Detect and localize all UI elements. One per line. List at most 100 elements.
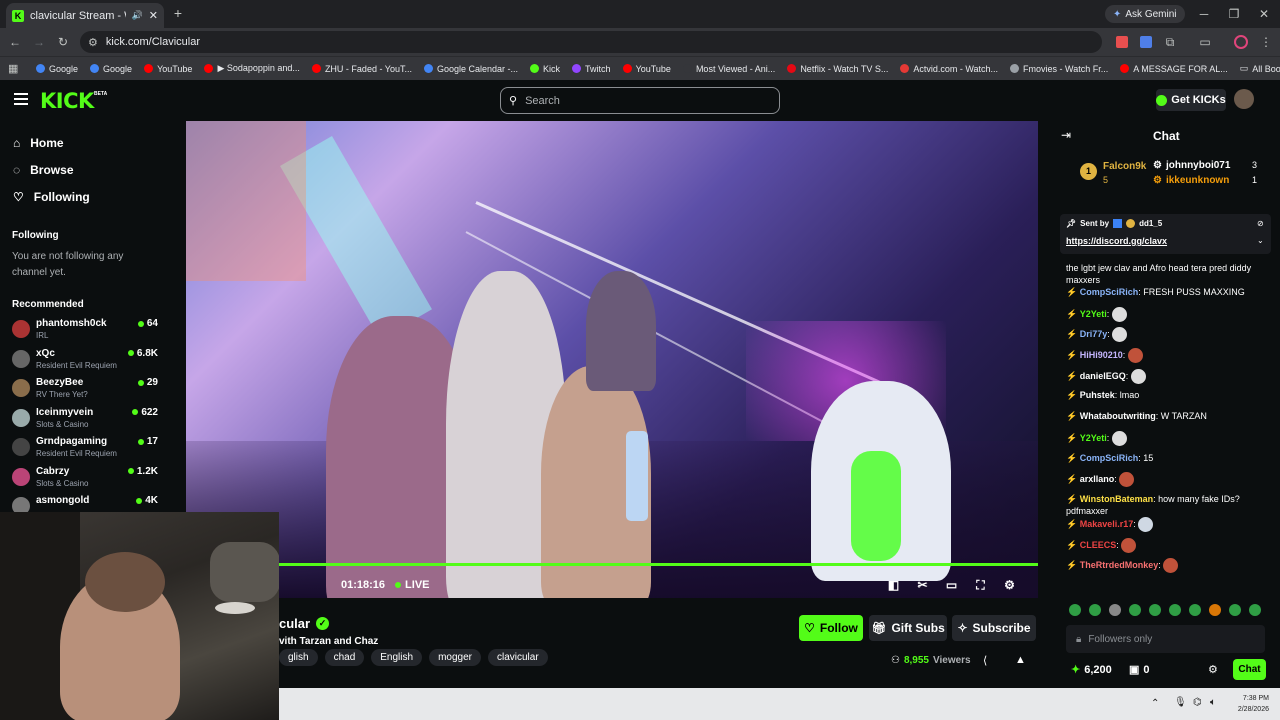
chat-emote-icon[interactable]: [1127, 348, 1143, 364]
bookmark-item[interactable]: Google Calendar -...: [423, 64, 518, 74]
chat-username[interactable]: TheRtrdedMonkey: [1080, 560, 1159, 570]
chevron-down-icon[interactable]: ⌄: [1257, 236, 1264, 245]
bookmark-item[interactable]: Twitch: [572, 64, 611, 74]
leaderboard-user[interactable]: ikkeunknown: [1166, 175, 1229, 186]
chat-emote-icon[interactable]: [1111, 430, 1127, 446]
quick-emote-icon[interactable]: [1229, 604, 1241, 616]
quick-emote-icon[interactable]: [1129, 604, 1141, 616]
recommended-channel[interactable]: xQc Resident Evil Requiem 6.8K: [0, 348, 170, 378]
pinned-link[interactable]: https://discord.gg/clavx: [1066, 236, 1167, 246]
subscribe-button[interactable]: ✧ Subscribe: [952, 615, 1036, 641]
chat-emote-icon[interactable]: [1163, 558, 1179, 574]
mic-icon[interactable]: 🎙︎: [1174, 697, 1187, 708]
quick-emote-icon[interactable]: [1069, 604, 1081, 616]
side-panel-icon[interactable]: ▭: [1197, 34, 1213, 50]
bookmark-item[interactable]: YouTube: [622, 64, 671, 74]
back-icon[interactable]: ←: [7, 34, 23, 50]
bookmark-item[interactable]: A MESSAGE FOR AL...: [1120, 64, 1228, 74]
bookmark-item[interactable]: Actvid.com - Watch...: [900, 64, 998, 74]
chat-username[interactable]: Dri77y: [1080, 329, 1108, 339]
quick-emote-icon[interactable]: [1249, 604, 1261, 616]
chat-username[interactable]: HiHi90210: [1080, 350, 1123, 360]
chat-username[interactable]: Y2Yeti: [1080, 433, 1107, 443]
site-info-icon[interactable]: ⚙: [88, 36, 98, 49]
clip-icon[interactable]: ✂: [908, 578, 937, 592]
chat-input[interactable]: 🔒︎ Followers only: [1066, 625, 1265, 653]
chat-username[interactable]: danielEGQ: [1080, 371, 1126, 381]
maximize-icon[interactable]: ❐: [1226, 6, 1242, 22]
chat-username[interactable]: Whataboutwriting: [1080, 411, 1156, 421]
bookmark-item[interactable]: Google: [36, 64, 78, 74]
recommended-channel[interactable]: Iceinmyvein Slots & Casino 622: [0, 407, 170, 437]
leaderboard-user[interactable]: johnnyboi071: [1166, 160, 1230, 171]
settings-gear-icon[interactable]: ⚙: [995, 578, 1024, 592]
bookmark-item[interactable]: Netflix - Watch TV S...: [787, 64, 888, 74]
kick-logo[interactable]: KICK: [40, 89, 94, 113]
quick-emote-icon[interactable]: [1169, 604, 1181, 616]
video-progress-bar[interactable]: [279, 563, 1038, 566]
extensions-puzzle-icon[interactable]: ⧉: [1162, 34, 1178, 50]
bookmark-item[interactable]: Google: [90, 64, 132, 74]
apps-grid-icon[interactable]: ▦: [8, 62, 18, 75]
bookmark-item[interactable]: ▶ Sodapoppin and...: [204, 63, 300, 74]
volume-icon[interactable]: 🔈︎: [1210, 697, 1216, 708]
quick-emote-icon[interactable]: [1189, 604, 1201, 616]
follow-button[interactable]: ♡ Follow: [799, 615, 863, 641]
reload-icon[interactable]: ↻: [55, 34, 71, 50]
hide-pin-icon[interactable]: ⊘: [1257, 219, 1264, 228]
get-kicks-button[interactable]: Get KICKs: [1156, 89, 1226, 111]
forward-icon[interactable]: →: [31, 34, 47, 50]
tab-audio-icon[interactable]: 🔊: [132, 10, 143, 21]
chat-username[interactable]: Puhstek: [1080, 390, 1115, 400]
chat-emote-icon[interactable]: [1121, 537, 1137, 553]
tab-close-icon[interactable]: ✕: [149, 9, 158, 22]
recommended-channel[interactable]: Cabrzy Slots & Casino 1.2K: [0, 466, 170, 496]
channel-name[interactable]: cular: [279, 616, 310, 631]
extension-icon[interactable]: [1140, 36, 1152, 48]
new-tab-button[interactable]: +: [170, 5, 186, 21]
stream-tag[interactable]: clavicular: [487, 649, 548, 666]
recommended-channel[interactable]: Grndpagaming Resident Evil Requiem 17: [0, 436, 170, 466]
extension-icon[interactable]: [1116, 36, 1128, 48]
bookmark-item[interactable]: Most Viewed - Ani...: [682, 64, 775, 74]
menu-dots-icon[interactable]: ⋮: [1258, 34, 1274, 50]
gift-subs-button[interactable]: 🎁︎ Gift Subs: [869, 615, 947, 641]
quick-emote-icon[interactable]: [1109, 604, 1121, 616]
chat-username[interactable]: CompSciRich: [1080, 453, 1139, 463]
bookmark-item[interactable]: ZHU - Faded - YouT...: [311, 64, 412, 74]
chat-settings-icon[interactable]: ⚙: [1208, 663, 1218, 676]
minimize-icon[interactable]: ─: [1196, 6, 1212, 22]
ask-gemini-button[interactable]: ✦ Ask Gemini: [1105, 5, 1185, 23]
chat-username[interactable]: arxllano: [1080, 474, 1115, 484]
chat-username[interactable]: CompSciRich: [1080, 287, 1139, 297]
chat-emote-icon[interactable]: [1112, 327, 1128, 343]
stream-tag[interactable]: mogger: [429, 649, 481, 666]
chat-emote-icon[interactable]: [1138, 516, 1154, 532]
pinned-message[interactable]: 📌︎ Sent by dd1_5 https://discord.gg/clav…: [1060, 214, 1271, 254]
stream-tag[interactable]: glish: [279, 649, 318, 666]
sidebar-nav-following[interactable]: ♡ Following: [0, 183, 170, 210]
sidebar-nav-home[interactable]: ⌂ Home: [0, 129, 170, 156]
collapse-chat-icon[interactable]: ⇥: [1061, 128, 1071, 142]
channel-points[interactable]: ✦ 6,200: [1071, 663, 1112, 677]
quick-emote-icon[interactable]: [1149, 604, 1161, 616]
chat-emote-icon[interactable]: [1130, 368, 1146, 384]
browser-tab[interactable]: K clavicular Stream - Watch L 🔊 ✕: [6, 3, 164, 28]
sidebar-nav-browse[interactable]: ◌ Browse: [0, 156, 170, 183]
user-avatar[interactable]: [1234, 89, 1254, 109]
send-chat-button[interactable]: Chat: [1233, 659, 1266, 680]
bookmark-item[interactable]: Kick: [530, 64, 560, 74]
bookmark-item[interactable]: Fmovies - Watch Fr...: [1010, 64, 1108, 74]
fullscreen-icon[interactable]: ⛶: [966, 578, 995, 593]
leaderboard-user[interactable]: Falcon9k: [1103, 161, 1146, 172]
mini-player-icon[interactable]: ◧: [879, 578, 908, 592]
bookmark-item[interactable]: YouTube: [144, 64, 192, 74]
profile-avatar[interactable]: [1234, 35, 1248, 49]
all-bookmarks-button[interactable]: ▭All Bookmarks: [1240, 63, 1280, 74]
clock[interactable]: 7:38 PM 2/28/2026: [1229, 693, 1269, 715]
stream-tag[interactable]: chad: [324, 649, 365, 666]
search-input[interactable]: ⚲ Search: [500, 87, 780, 114]
chat-username[interactable]: Y2Yeti: [1080, 309, 1107, 319]
share-icon[interactable]: ⟨: [983, 654, 987, 667]
address-bar[interactable]: ⚙ kick.com/Clavicular: [80, 31, 1102, 53]
